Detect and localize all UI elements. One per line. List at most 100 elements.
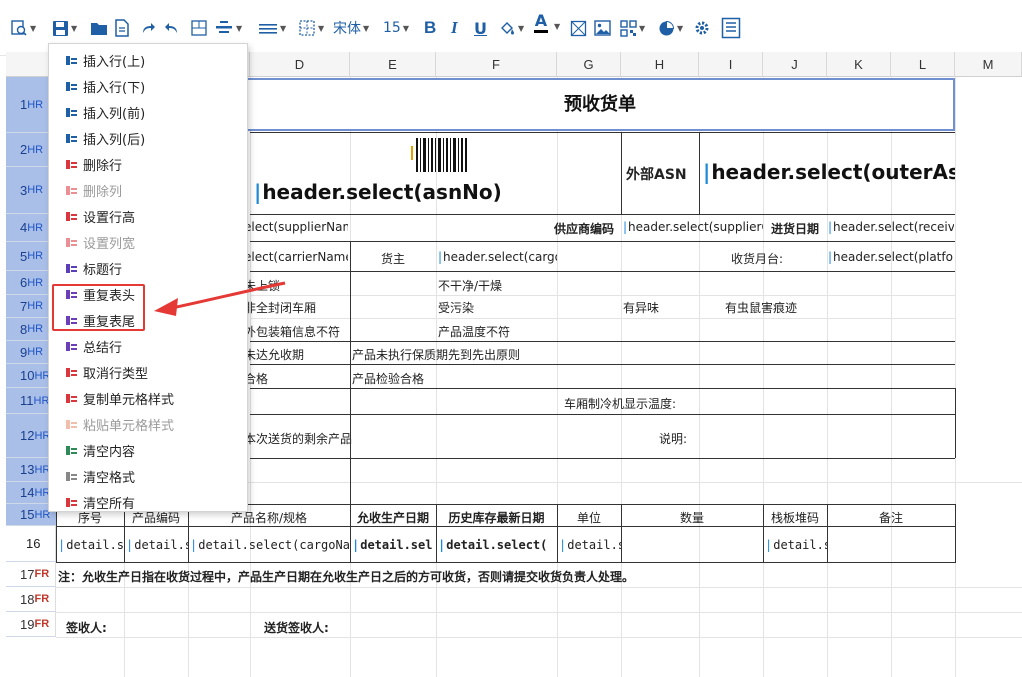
row-type-tag: HR — [33, 394, 50, 407]
detail-pallet-field[interactable]: |detail.s — [765, 538, 827, 552]
carrier-name-field[interactable]: elect(carrierName — [244, 250, 348, 264]
fridge-temp-label: 车厢制冷机显示温度: — [564, 397, 677, 411]
qrcode-button[interactable]: ▼ — [620, 17, 645, 39]
menu-item-clear-format[interactable]: 清空格式 — [49, 463, 247, 489]
font-family-select[interactable]: 宋体 ▼ — [333, 17, 369, 39]
font-size-select[interactable]: 15 ▼ — [383, 17, 409, 39]
header-qty: 数量 — [679, 511, 704, 525]
save-icon — [53, 20, 68, 36]
export-button[interactable] — [114, 17, 130, 39]
chart-button[interactable] — [570, 17, 587, 39]
border-style-button[interactable]: ▼ — [258, 17, 286, 39]
chart-pie-button[interactable]: ▼ — [658, 17, 683, 39]
properties-button[interactable] — [721, 17, 741, 39]
footer-note: 注：允收生产日指在收货过程中，产品生产日期在允收生产日之后的方可收货，否则请提交… — [58, 570, 635, 584]
asn-no-field[interactable]: |header.select(asnNo) — [254, 180, 619, 204]
align-button[interactable]: ▼ — [214, 17, 242, 39]
detail-name-field[interactable]: |detail.select(cargoNam — [190, 538, 350, 552]
menu-item-label: 清空所有 — [83, 496, 136, 512]
bold-button[interactable]: B — [424, 17, 436, 39]
column-header-f[interactable]: F — [436, 52, 557, 77]
row-number: 11 — [20, 393, 34, 408]
owner-field[interactable]: |header.select(cargo — [438, 250, 557, 264]
row-header-17[interactable]: 17 FR — [6, 562, 56, 587]
underline-button[interactable]: U — [474, 17, 487, 39]
menu-item-insert-col-before[interactable]: 插入列(前) — [49, 99, 247, 125]
check-inspection-ok: 产品检验合格 — [352, 372, 425, 386]
detail-unit-field[interactable]: |detail.s — [559, 538, 621, 552]
row-type-tag: HR — [27, 300, 44, 312]
row-header-18[interactable]: 18 FR — [6, 587, 56, 612]
text-color-label: A — [534, 11, 548, 30]
detail-code-field[interactable]: |detail.s — [126, 538, 188, 552]
menu-item-copy-style[interactable]: 复制单元格样式 — [49, 385, 247, 411]
undo-button[interactable] — [164, 17, 180, 39]
column-header-i[interactable]: I — [699, 52, 763, 77]
borders-button[interactable]: ▼ — [298, 17, 324, 39]
column-header-h[interactable]: H — [621, 52, 699, 77]
menu-item-insert-row-below[interactable]: 插入行(下) — [49, 73, 247, 99]
menu-item-row-height[interactable]: 设置行高 — [49, 203, 247, 229]
arrive-date-field[interactable]: |header.select(receiv — [828, 220, 954, 234]
detail-history-field[interactable]: |detail.select( — [438, 538, 557, 552]
check-pests: 有虫鼠害痕迹 — [725, 301, 798, 315]
supplier-name-field[interactable]: elect(supplierNam — [244, 220, 348, 234]
insert-image-button[interactable] — [594, 17, 611, 39]
image-frame-icon — [570, 20, 587, 36]
menu-item-col-width[interactable]: 设置列宽 — [49, 229, 247, 255]
settings-button[interactable] — [694, 17, 710, 39]
menu-item-summary-row[interactable]: 总结行 — [49, 333, 247, 359]
menu-item-label: 总结行 — [83, 340, 123, 356]
platform-field[interactable]: |header.select(platfor — [828, 250, 954, 264]
menu-item-delete-row[interactable]: 删除行 — [49, 151, 247, 177]
menu-item-paste-style[interactable]: 粘贴单元格样式 — [49, 411, 247, 437]
row-header-19[interactable]: 19 FR — [6, 612, 56, 637]
detail-allow-field[interactable]: |detail.sel — [352, 538, 436, 552]
header-pallet: 栈板堆码 — [770, 511, 819, 525]
menu-item-clear-all[interactable]: 清空所有 — [49, 489, 247, 515]
redo-icon — [143, 23, 155, 33]
menu-item-insert-row-above[interactable]: 插入行(上) — [49, 47, 247, 73]
italic-button[interactable]: I — [451, 17, 458, 39]
fill-color-button[interactable]: ▼ — [498, 17, 524, 39]
merge-cells-button[interactable] — [190, 17, 208, 39]
menu-item-cancel-row-type[interactable]: 取消行类型 — [49, 359, 247, 385]
save-button[interactable]: ▼ — [52, 17, 77, 39]
row-header-16[interactable]: 16 — [6, 526, 56, 562]
detail-seq-value: detail.se — [66, 538, 124, 552]
row-number: 17 — [20, 566, 35, 582]
column-header-j[interactable]: J — [763, 52, 827, 77]
outer-asn-field[interactable]: |header.select(outerAs — [703, 160, 955, 184]
menu-item-insert-col-after[interactable]: 插入列(后) — [49, 125, 247, 151]
column-header-k[interactable]: K — [827, 52, 891, 77]
text-color-button[interactable]: A — [534, 13, 548, 35]
column-header-g[interactable]: G — [557, 52, 621, 77]
detail-seq-field[interactable]: |detail.se — [58, 538, 124, 552]
menu-item-label: 插入行(上) — [83, 54, 146, 70]
row-number: 10 — [20, 368, 35, 383]
row-height-icon — [65, 210, 78, 223]
align-center-icon — [216, 21, 232, 33]
row-number: 16 — [26, 536, 41, 551]
menu-item-delete-col[interactable]: 删除列 — [49, 177, 247, 203]
open-button[interactable] — [90, 17, 108, 39]
column-header-d[interactable]: D — [250, 52, 350, 77]
redo-button[interactable] — [140, 17, 156, 39]
menu-item-label: 清空内容 — [83, 444, 136, 460]
insert-col-before-icon — [65, 106, 78, 119]
header-allow-date: 允收生产日期 — [356, 511, 429, 525]
supplier-code-field[interactable]: |header.select(supplierC — [623, 220, 763, 234]
column-header-l[interactable]: L — [891, 52, 955, 77]
row-number: 13 — [20, 462, 35, 477]
arrive-date-value: header.select(receiv — [833, 220, 954, 234]
detail-name-value: detail.select(cargoNam — [198, 538, 350, 552]
menu-item-clear-content[interactable]: 清空内容 — [49, 437, 247, 463]
clear-content-icon — [65, 444, 78, 457]
summary-row-icon — [65, 340, 78, 353]
column-header-e[interactable]: E — [350, 52, 436, 77]
row-number: 7 — [20, 298, 28, 314]
column-header-m[interactable]: M — [955, 52, 1022, 77]
preview-button[interactable]: ▼ — [10, 17, 36, 39]
col-width-icon — [65, 236, 78, 249]
menu-item-label: 复制单元格样式 — [83, 392, 175, 408]
